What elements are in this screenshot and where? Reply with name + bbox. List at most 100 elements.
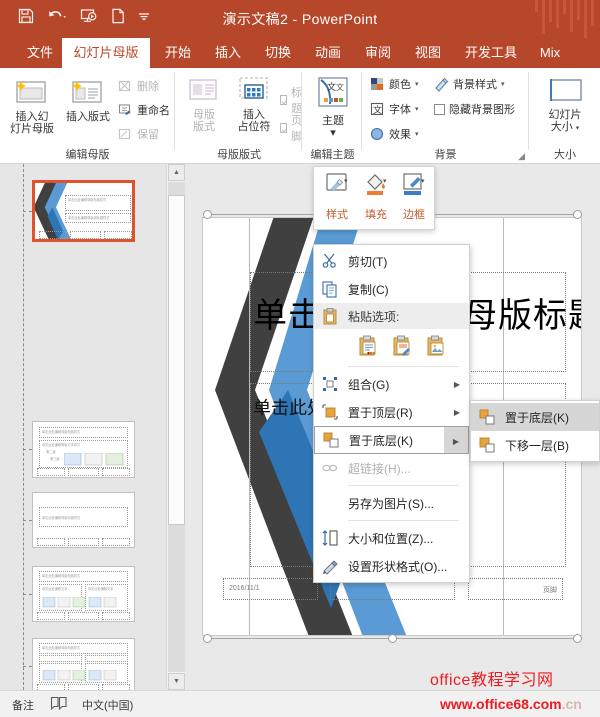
shape-style-button[interactable]: ▾ 样式 — [317, 171, 357, 200]
theme-icon: 文 文 — [315, 76, 351, 112]
context-menu[interactable]: 剪切(T) 复制(C) 粘贴选项: — [313, 244, 470, 583]
context-menu-item-cut[interactable]: 剪切(T) — [314, 247, 469, 275]
tab-review[interactable]: 审阅 — [356, 38, 400, 68]
scroll-down-button[interactable]: ▼ — [168, 673, 185, 690]
chevron-down-icon[interactable]: ▾ — [576, 125, 580, 132]
thumbnail-slide-4[interactable]: 单击此处编辑母版标题样式 单击此处编辑文本 单击此处编辑文本 — [32, 566, 135, 622]
submenu-item-send-to-back[interactable]: 置于底层(K) — [471, 403, 599, 431]
thumbnail-preview: 单击此处编辑母版标题样式 — [33, 639, 134, 693]
tab-transitions[interactable]: 切换 — [256, 38, 300, 68]
chevron-down-icon: ▼ — [173, 678, 180, 685]
chevron-down-icon[interactable]: ▾ — [415, 80, 419, 88]
thumbnail-slide-3[interactable]: 单击此处编辑母版标题样式 — [32, 492, 135, 548]
delete-icon — [118, 79, 133, 94]
rename-master-button[interactable]: 重命名 — [118, 102, 170, 118]
context-menu-item-size-and-position[interactable]: 大小和位置(Z)... — [314, 524, 469, 552]
shape-fill-button[interactable]: ▾ 填充 — [356, 171, 396, 200]
shape-outline-button[interactable]: ▾ 边框 — [394, 171, 434, 200]
insert-slide-master-button[interactable]: 插入幻 灯片母版 — [6, 76, 58, 135]
resize-handle-top-left[interactable] — [203, 210, 212, 219]
button-label: 插入幻 — [6, 111, 58, 123]
checkbox-box — [280, 95, 287, 105]
tab-animations[interactable]: 动画 — [306, 38, 350, 68]
resize-handle-bottom-center[interactable] — [388, 634, 397, 643]
thumb-title-text: 单击此处编辑母版标题样式 — [66, 196, 130, 203]
tab-developer[interactable]: 开发工具 — [456, 38, 526, 68]
context-menu-item-send-to-back[interactable]: 置于底层(K) ▶ — [314, 426, 469, 454]
svg-text:文: 文 — [373, 104, 382, 116]
context-menu-item-format-shape[interactable]: 设置形状格式(O)... — [314, 552, 469, 580]
tab-label: 审阅 — [365, 45, 391, 60]
thumbnail-slide-5[interactable]: 单击此处编辑母版标题样式 — [32, 638, 135, 694]
paste-picture-icon[interactable] — [424, 334, 448, 358]
thumbnail-slide-2[interactable]: 单击此处编辑母版标题样式 单击此处编辑母版文本样式 第二级 第三级 — [32, 421, 135, 478]
thumb-body-text: 单击此处编辑母版文本样式 — [40, 441, 127, 448]
context-menu-item-copy[interactable]: 复制(C) — [314, 275, 469, 303]
chevron-down-icon[interactable]: ▾ — [415, 105, 419, 113]
scroll-up-button[interactable]: ▲ — [168, 164, 185, 181]
send-to-back-submenu[interactable]: 置于底层(K) 下移一层(B) — [470, 400, 600, 462]
chevron-down-icon[interactable]: ▾ — [344, 177, 348, 185]
resize-handle-bottom-left[interactable] — [203, 634, 212, 643]
button-label: 填充 — [356, 206, 396, 222]
menu-item-label: 粘贴选项: — [348, 308, 399, 325]
notes-label: 备注 — [12, 700, 34, 712]
scrollbar-thumb[interactable] — [168, 195, 185, 525]
tab-file[interactable]: 文件 — [18, 38, 62, 68]
context-menu-item-group[interactable]: 组合(G) ▶ — [314, 370, 469, 398]
size-position-icon — [321, 529, 339, 547]
effects-button[interactable]: 效果 ▾ — [370, 126, 419, 142]
background-styles-button[interactable]: 背景样式 ▾ — [434, 76, 505, 92]
menu-item-label: 下移一层(B) — [505, 437, 569, 454]
submenu-item-send-backward[interactable]: 下移一层(B) — [471, 431, 599, 459]
tab-slide-master[interactable]: 幻灯片母版 — [62, 38, 150, 68]
colors-button[interactable]: 颜色 ▾ — [370, 76, 419, 92]
button-label: 边框 — [394, 206, 434, 222]
context-menu-item-save-as-picture[interactable]: 另存为图片(S)... — [314, 489, 469, 517]
paste-picture-style-icon[interactable] — [390, 334, 414, 358]
chevron-down-icon[interactable]: ▾ — [383, 177, 387, 185]
comments-button[interactable] — [50, 696, 68, 713]
slide-size-button[interactable]: 幻灯片 大小 ▾ — [538, 76, 592, 135]
background-dialog-launcher[interactable]: ◢ — [518, 151, 525, 162]
notes-button[interactable]: 备注 — [12, 697, 34, 713]
slide-size-icon — [543, 76, 587, 106]
theme-button[interactable]: 文 文 主题 ▾ — [308, 76, 358, 139]
tab-label: 开始 — [165, 45, 191, 60]
resize-handle-top-right[interactable] — [573, 210, 582, 219]
tab-home[interactable]: 开始 — [156, 38, 200, 68]
delete-master-button: 删除 — [118, 78, 159, 94]
slide-number-placeholder[interactable]: 页脚 — [468, 578, 563, 600]
hide-background-graphics-checkbox[interactable]: 隐藏背景图形 — [434, 101, 515, 117]
button-label: 字体 — [389, 101, 411, 117]
tab-label: 文件 — [27, 45, 53, 60]
button-label: 重命名 — [137, 102, 170, 118]
chevron-down-icon[interactable]: ▾ — [501, 80, 505, 88]
slide-thumbnail-pane[interactable]: 单击此处编辑母版标题样式 单击此处编辑母版副标题样式 单击此处编辑母版标题样式 … — [0, 164, 166, 690]
thumbnail-slide-1[interactable]: 单击此处编辑母版标题样式 单击此处编辑母版副标题样式 — [32, 180, 135, 242]
insert-placeholder-button[interactable]: 插入 占位符 — [226, 76, 282, 133]
watermark-url-main: www.office68.com — [440, 696, 562, 712]
thumbnail-preview: 单击此处编辑母版标题样式 单击此处编辑文本 单击此处编辑文本 — [33, 567, 134, 621]
chevron-down-icon[interactable]: ▾ — [421, 177, 425, 185]
tab-mix[interactable]: Mix — [530, 38, 570, 68]
svg-text:文: 文 — [327, 81, 336, 93]
fonts-button[interactable]: 文 字体 ▾ — [370, 101, 419, 117]
ribbon-group-edit-theme: 文 文 主题 ▾ 编辑主题 — [303, 68, 362, 164]
chevron-down-icon[interactable]: ▾ — [308, 127, 358, 139]
language-status[interactable]: 中文(中国) — [82, 697, 133, 713]
date-placeholder[interactable]: 2016/11/1 — [223, 578, 318, 600]
context-menu-item-bring-to-front[interactable]: 置于顶层(R) ▶ — [314, 398, 469, 426]
thumbnail-scrollbar[interactable]: ▲ ▼ — [166, 164, 185, 690]
tab-view[interactable]: 视图 — [406, 38, 450, 68]
ribbon[interactable]: 插入幻 灯片母版 插入版式 x 删除 重命名 — [0, 68, 600, 164]
tab-insert[interactable]: 插入 — [206, 38, 250, 68]
button-label: 保留 — [137, 126, 159, 142]
resize-handle-bottom-right[interactable] — [573, 634, 582, 643]
ribbon-tab-bar[interactable]: 文件 幻灯片母版 开始 插入 切换 动画 审阅 视图 开发工具 Mix — [0, 38, 600, 68]
mini-toolbar[interactable]: ▾ 样式 ▾ 填充 ▾ 边框 — [313, 166, 435, 230]
chevron-down-icon[interactable]: ▾ — [415, 130, 419, 138]
insert-layout-button[interactable]: 插入版式 x — [62, 76, 114, 135]
paste-options-row[interactable] — [314, 329, 469, 363]
paste-keep-source-formatting-icon[interactable] — [356, 334, 380, 358]
